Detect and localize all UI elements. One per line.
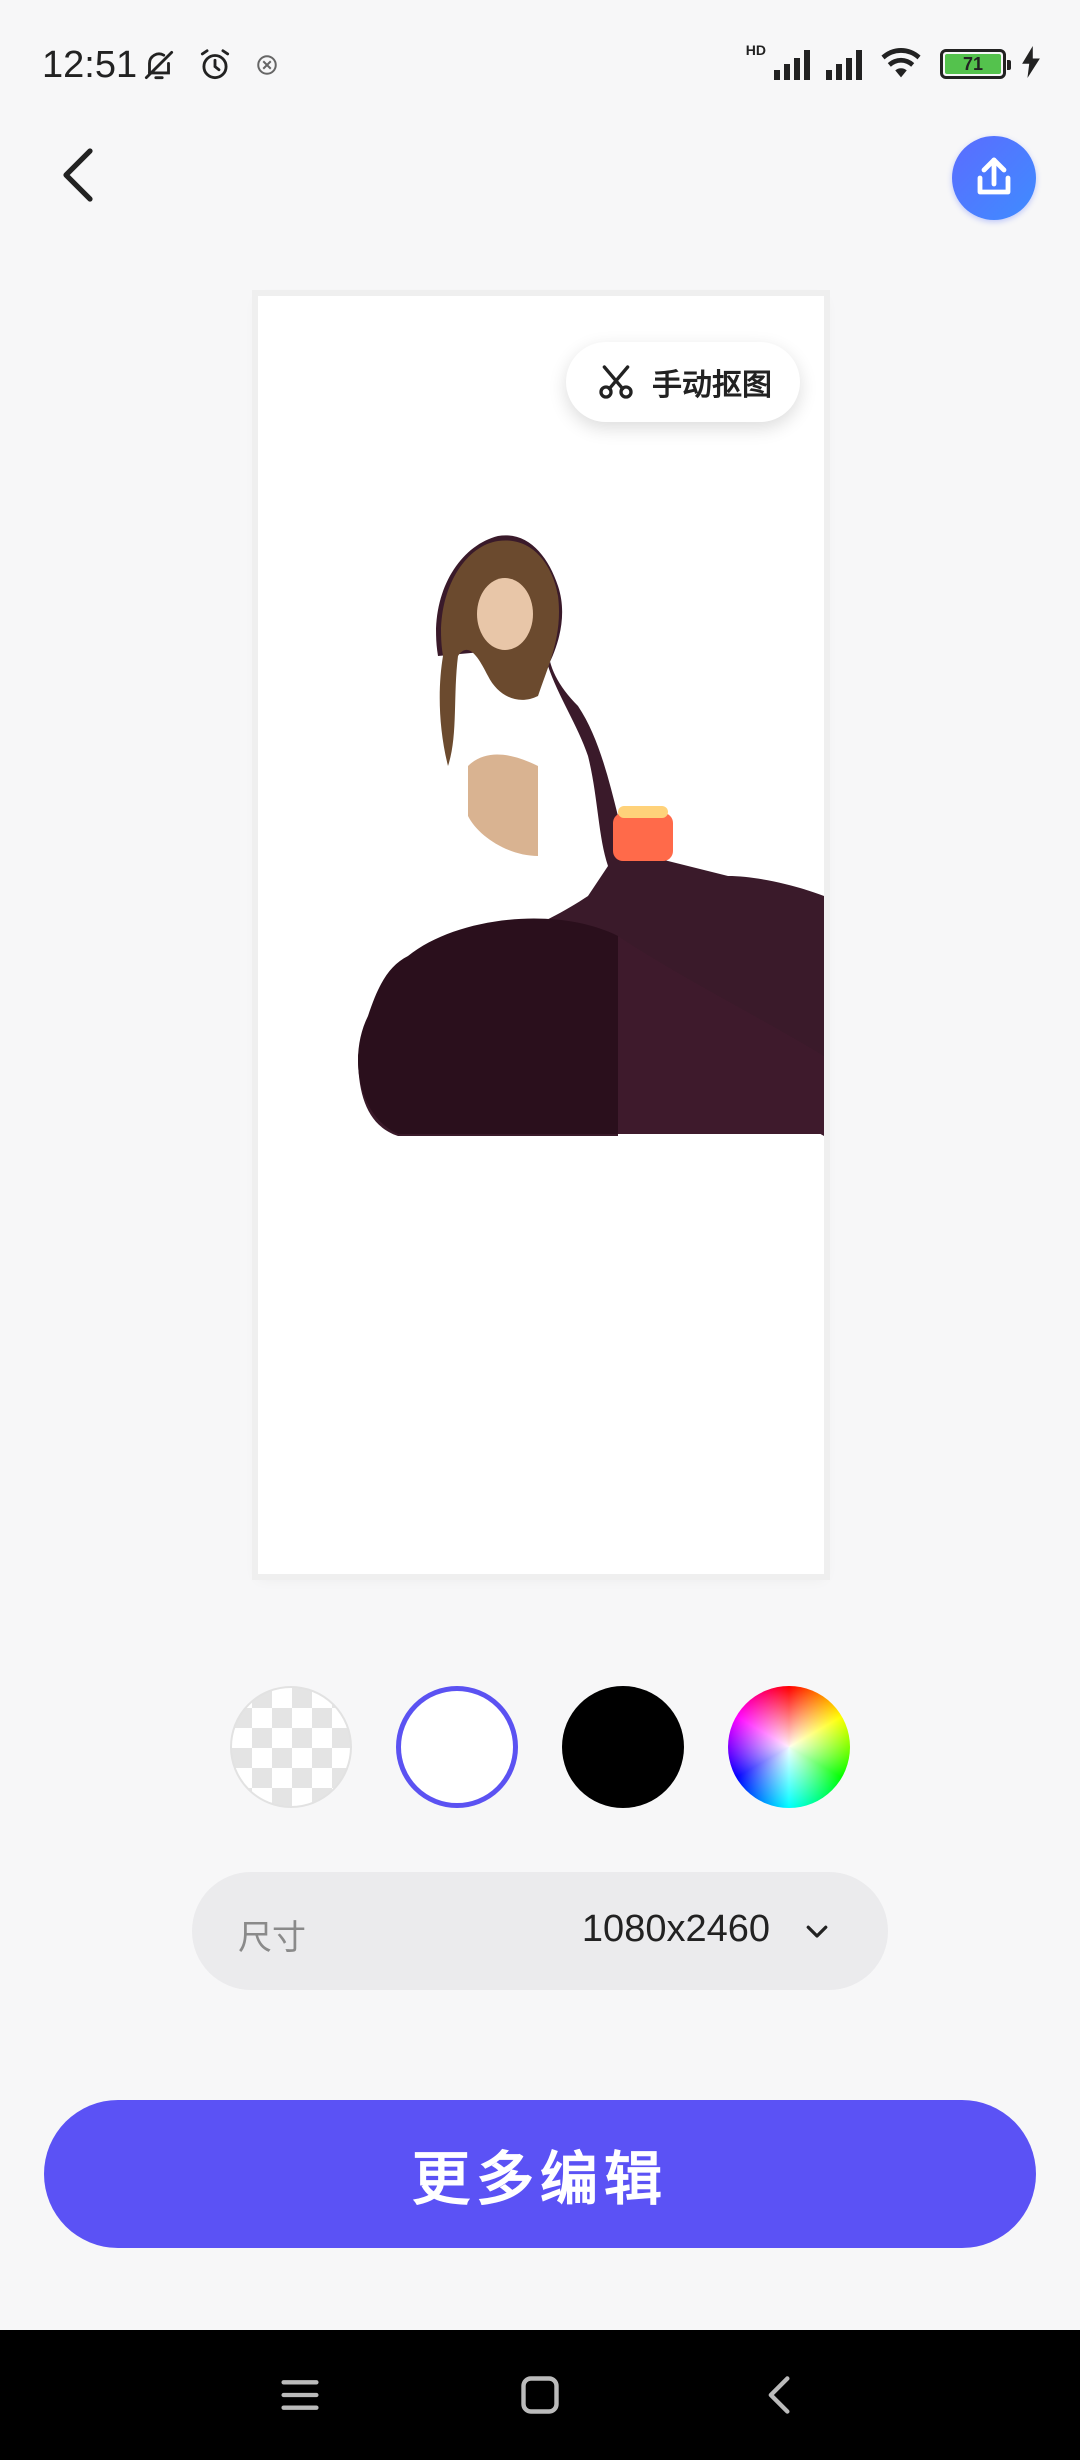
system-nav-bar bbox=[0, 2330, 1080, 2460]
nav-menu-button[interactable] bbox=[260, 2360, 340, 2430]
battery-icon: 71 bbox=[940, 49, 1011, 79]
nav-home-button[interactable] bbox=[500, 2360, 580, 2430]
menu-icon bbox=[281, 2380, 319, 2410]
background-option-black[interactable] bbox=[562, 1686, 684, 1808]
background-option-transparent[interactable] bbox=[230, 1686, 352, 1808]
image-preview[interactable]: 手动抠图 bbox=[258, 296, 824, 1574]
back-arrow-icon bbox=[63, 148, 93, 202]
manual-cutout-button[interactable]: 手动抠图 bbox=[566, 342, 800, 422]
battery-level: 71 bbox=[945, 54, 1001, 74]
more-edit-label: 更多编辑 bbox=[411, 2145, 668, 2213]
app-notification-icon bbox=[252, 50, 282, 84]
charging-icon bbox=[1022, 46, 1040, 82]
background-option-custom-color[interactable] bbox=[728, 1686, 850, 1808]
status-left-icons bbox=[140, 46, 282, 88]
background-options bbox=[230, 1686, 850, 1808]
network-type-label: HD bbox=[745, 42, 766, 58]
share-button[interactable] bbox=[952, 136, 1036, 220]
status-right-icons: HD 71 bbox=[745, 42, 1040, 84]
size-selector[interactable]: 尺寸 1080x2460 bbox=[192, 1872, 888, 1990]
status-bar: 12:51 HD 71 bbox=[0, 0, 1080, 130]
background-option-white[interactable] bbox=[396, 1686, 518, 1808]
home-icon bbox=[521, 2376, 559, 2414]
wifi-icon bbox=[878, 44, 924, 84]
back-button[interactable] bbox=[48, 140, 108, 210]
more-edit-button[interactable]: 更多编辑 bbox=[44, 2100, 1036, 2248]
cutout-subject-image bbox=[358, 535, 824, 1136]
back-icon bbox=[768, 2376, 790, 2414]
share-icon bbox=[977, 157, 1011, 195]
status-time: 12:51 bbox=[42, 44, 138, 86]
chevron-down-icon bbox=[806, 1925, 828, 1938]
scissors-icon bbox=[599, 365, 633, 399]
bell-off-icon bbox=[140, 46, 178, 88]
signal-icon bbox=[826, 48, 862, 80]
screen: 12:51 HD 71 手动抠图 尺寸 1080x2460 更多编辑 bbox=[0, 0, 1080, 2460]
nav-back-button[interactable] bbox=[740, 2360, 820, 2430]
signal-icon bbox=[774, 48, 810, 80]
manual-cutout-label: 手动抠图 bbox=[652, 368, 772, 403]
size-value: 1080x2460 bbox=[581, 1908, 770, 1950]
alarm-icon bbox=[196, 46, 234, 88]
size-label: 尺寸 bbox=[238, 1918, 306, 1958]
